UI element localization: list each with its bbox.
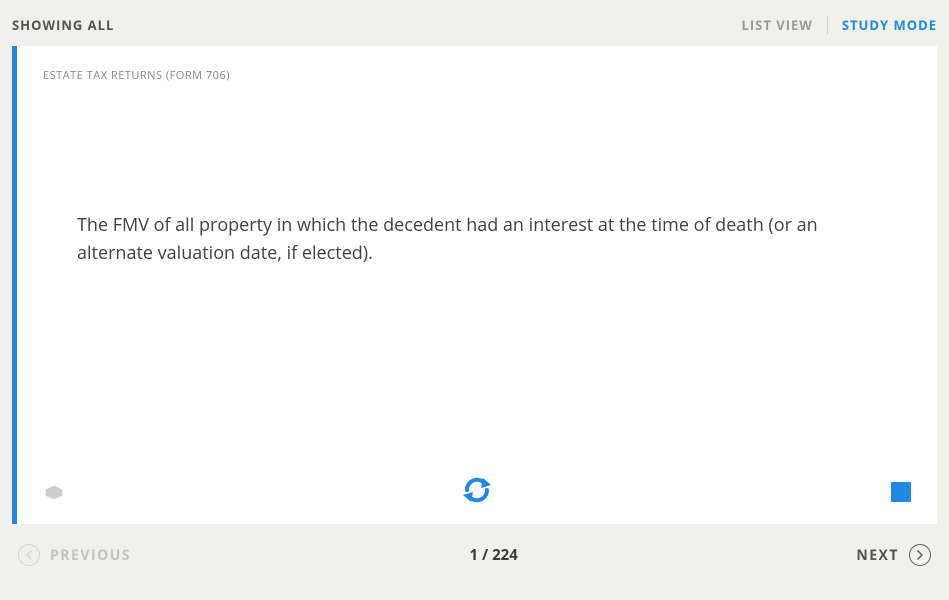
card-footer	[17, 464, 937, 524]
card-body: The FMV of all property in which the dec…	[17, 46, 937, 524]
chevron-right-icon	[909, 544, 931, 566]
previous-label: PREVIOUS	[50, 546, 131, 565]
color-tag-button[interactable]	[891, 482, 911, 502]
view-toggle: LIST VIEW STUDY MODE	[742, 16, 937, 34]
card-text: The FMV of all property in which the dec…	[77, 212, 877, 268]
flip-icon[interactable]	[461, 474, 493, 506]
next-label: NEXT	[856, 546, 899, 565]
chevron-left-icon	[18, 544, 40, 566]
flashcard[interactable]: ESTATE TAX RETURNS (FORM 706) The FMV of…	[12, 46, 937, 524]
view-divider	[827, 16, 828, 34]
study-mode-button[interactable]: STUDY MODE	[842, 16, 937, 34]
book-icon[interactable]	[43, 482, 65, 504]
next-button[interactable]: NEXT	[856, 544, 931, 566]
list-view-button[interactable]: LIST VIEW	[742, 16, 813, 34]
nav-bar: PREVIOUS 1 / 224 NEXT	[12, 524, 937, 566]
previous-button[interactable]: PREVIOUS	[18, 544, 131, 566]
card-counter: 1 / 224	[470, 545, 518, 565]
header-bar: SHOWING ALL LIST VIEW STUDY MODE	[12, 10, 937, 46]
filter-label[interactable]: SHOWING ALL	[12, 16, 114, 34]
